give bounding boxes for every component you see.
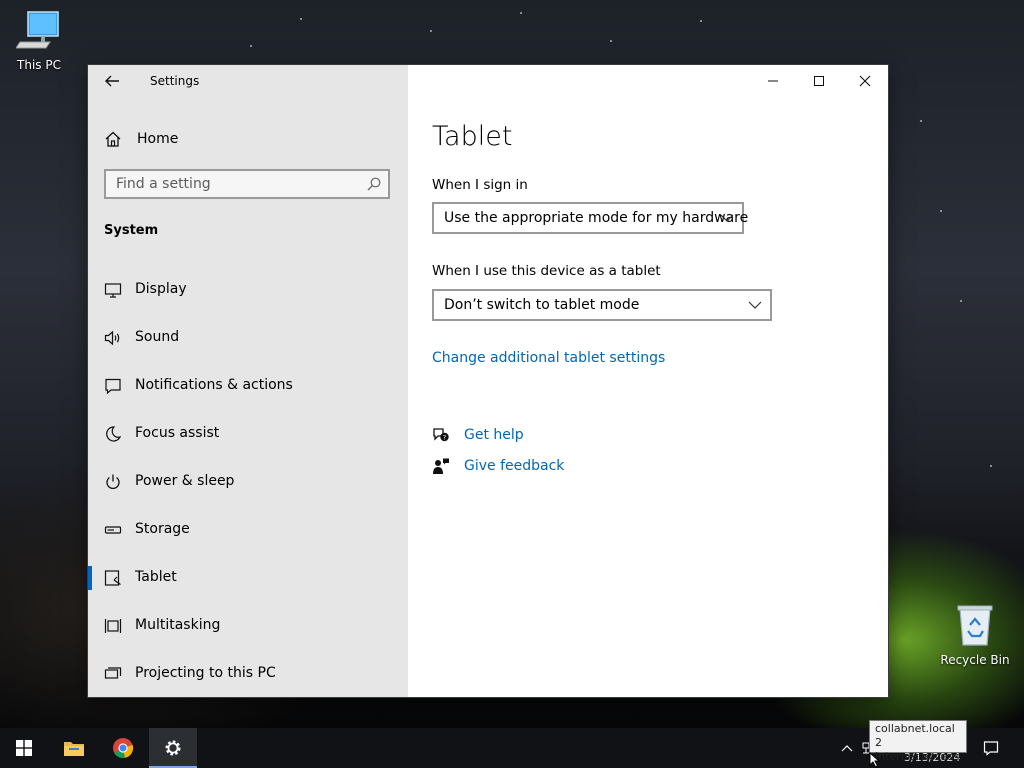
- desktop-icon-label: Recycle Bin: [940, 653, 1010, 667]
- sidebar-item-focus-assist[interactable]: Focus assist: [88, 410, 408, 458]
- sidebar-item-label: Notifications & actions: [135, 377, 293, 393]
- tablet-mode-dropdown[interactable]: Don’t switch to tablet mode: [432, 289, 772, 321]
- file-explorer-icon: [64, 742, 84, 756]
- chevron-up-icon: [841, 745, 853, 752]
- tooltip-line-network: collabnet.local 2: [875, 722, 955, 749]
- tablet-icon: [104, 570, 121, 586]
- computer-icon: [15, 11, 59, 49]
- network-tooltip: collabnet.local 2 Internet access: [869, 720, 967, 763]
- sidebar-item-multitasking[interactable]: Multitasking: [88, 602, 408, 650]
- sidebar-item-sound[interactable]: Sound: [88, 314, 408, 362]
- notification-icon: [105, 378, 121, 395]
- sidebar-item-power-sleep[interactable]: Power & sleep: [88, 458, 408, 506]
- mouse-cursor-icon: [869, 752, 881, 768]
- sidebar-nav: Display Sound Notifications & actions Fo…: [88, 266, 408, 698]
- file-explorer-button[interactable]: [50, 728, 98, 768]
- give-feedback-label: Give feedback: [464, 458, 565, 474]
- search-box: [104, 169, 390, 199]
- get-help-link[interactable]: ? Get help: [432, 424, 524, 446]
- search-icon[interactable]: [366, 176, 382, 196]
- window-title: Settings: [150, 74, 200, 88]
- home-nav-item[interactable]: Home: [104, 127, 178, 151]
- section-heading: System: [104, 223, 159, 238]
- storage-icon: [104, 526, 122, 534]
- close-icon: [859, 75, 871, 87]
- multitasking-icon: [104, 619, 122, 633]
- give-feedback-link[interactable]: Give feedback: [432, 455, 564, 477]
- minimize-icon: [768, 80, 778, 82]
- sidebar-item-label: Display: [135, 281, 187, 297]
- tablet-use-label: When I use this device as a tablet: [432, 263, 661, 279]
- sidebar-item-tablet[interactable]: Tablet: [88, 554, 408, 602]
- sidebar-item-label: Multitasking: [135, 617, 221, 633]
- sidebar-item-label: Tablet: [135, 569, 177, 585]
- show-hidden-icons-button[interactable]: [836, 728, 858, 768]
- desktop-icon-this-pc[interactable]: This PC: [4, 8, 74, 72]
- projecting-icon: [104, 667, 122, 679]
- get-help-label: Get help: [464, 427, 524, 443]
- sidebar-item-notifications[interactable]: Notifications & actions: [88, 362, 408, 410]
- maximize-button[interactable]: [796, 65, 842, 97]
- sidebar-item-display[interactable]: Display: [88, 266, 408, 314]
- recycle-bin-icon: [957, 605, 993, 646]
- sidebar-item-projecting[interactable]: Projecting to this PC: [88, 650, 408, 698]
- moon-icon: [106, 426, 122, 442]
- desktop-icon-label: This PC: [17, 58, 61, 72]
- home-icon: [105, 131, 121, 147]
- settings-taskbar-button[interactable]: [149, 728, 197, 768]
- close-button[interactable]: [842, 65, 888, 97]
- sidebar-item-storage[interactable]: Storage: [88, 506, 408, 554]
- action-center-button[interactable]: [976, 728, 1006, 768]
- start-icon: [16, 740, 32, 756]
- dropdown-value: Use the appropriate mode for my hardware: [444, 210, 749, 226]
- signin-label: When I sign in: [432, 177, 528, 193]
- window-controls: [750, 65, 888, 97]
- chrome-button[interactable]: [99, 728, 147, 768]
- sidebar: Settings Home System: [88, 65, 408, 697]
- back-button[interactable]: [100, 71, 124, 91]
- minimize-button[interactable]: [750, 65, 796, 97]
- page-title: Tablet: [432, 121, 513, 152]
- maximize-icon: [814, 76, 824, 86]
- start-button[interactable]: [0, 728, 48, 768]
- display-icon: [104, 283, 122, 298]
- chrome-icon: [113, 738, 134, 759]
- settings-gear-icon: [165, 740, 181, 756]
- sidebar-item-label: Focus assist: [135, 425, 220, 441]
- chevron-down-icon: [720, 212, 734, 228]
- signin-mode-dropdown[interactable]: Use the appropriate mode for my hardware: [432, 202, 748, 234]
- home-label: Home: [137, 131, 179, 147]
- chevron-down-icon: [748, 299, 762, 315]
- tooltip-line-status: Internet access: [875, 750, 960, 763]
- search-input[interactable]: [106, 171, 356, 197]
- additional-tablet-settings-link[interactable]: Change additional tablet settings: [432, 350, 665, 366]
- settings-window: Settings Home System: [88, 65, 888, 697]
- sidebar-item-label: Power & sleep: [135, 473, 235, 489]
- sidebar-item-label: Projecting to this PC: [135, 665, 276, 681]
- dropdown-value: Don’t switch to tablet mode: [444, 297, 640, 313]
- action-center-icon: [983, 741, 999, 756]
- power-icon: [106, 474, 120, 489]
- back-arrow-icon: [105, 75, 119, 87]
- svg-text:?: ?: [443, 433, 446, 441]
- sidebar-item-label: Sound: [135, 329, 180, 345]
- title-bar: Settings: [88, 65, 408, 97]
- sidebar-item-label: Storage: [135, 521, 190, 537]
- speaker-icon: [104, 330, 120, 346]
- feedback-icon: [433, 458, 449, 474]
- desktop-icon-recycle-bin[interactable]: Recycle Bin: [940, 603, 1010, 667]
- help-chat-icon: ?: [433, 428, 449, 441]
